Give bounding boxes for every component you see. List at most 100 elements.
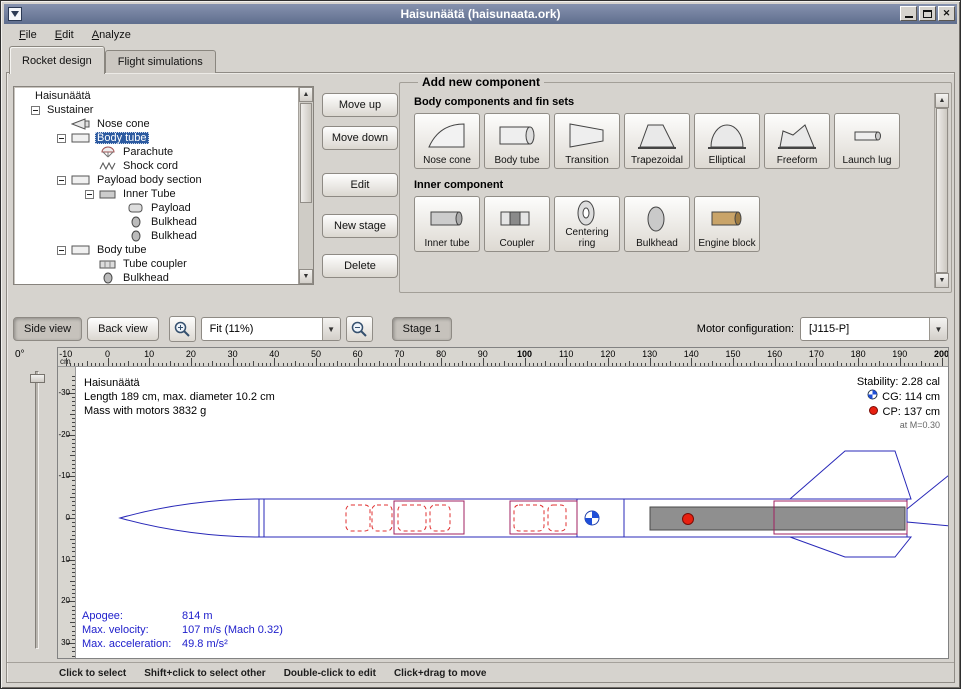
- tree-row[interactable]: Haisunäätä: [15, 89, 297, 103]
- app-window: Haisunäätä (haisunaata.ork) ✕ File Edit …: [0, 0, 961, 689]
- chevron-down-icon[interactable]: ▼: [322, 318, 340, 340]
- rocket-canvas[interactable]: Haisunäätä Length 189 cm, max. diameter …: [76, 367, 948, 658]
- tree-row[interactable]: Payload: [15, 201, 297, 215]
- tree-expander-icon[interactable]: [85, 190, 94, 199]
- tree-row[interactable]: Payload body section: [15, 173, 297, 187]
- tree-row[interactable]: Tube coupler: [15, 257, 297, 271]
- ruler-tick: [387, 363, 388, 366]
- rocket-info: Haisunäätä Length 189 cm, max. diameter …: [84, 377, 275, 418]
- tree-row[interactable]: Shock cord: [15, 159, 297, 173]
- ruler-tick: [570, 363, 571, 366]
- back-view-button[interactable]: Back view: [87, 317, 159, 341]
- add-elliptical-fin-button[interactable]: Elliptical: [694, 113, 760, 169]
- tree-row[interactable]: Bulkhead: [15, 271, 297, 285]
- ruler-tick: [72, 514, 75, 515]
- cg-marker: [585, 511, 599, 525]
- fin-lower-shape[interactable]: [790, 537, 911, 557]
- ruler-tick: [72, 385, 75, 386]
- add-trapezoidal-fin-button[interactable]: Trapezoidal: [624, 113, 690, 169]
- close-button[interactable]: ✕: [938, 6, 955, 21]
- rocket-view-panel: cm -100102030405060708090100110120130140…: [57, 347, 949, 659]
- stage1-toggle-button[interactable]: Stage 1: [392, 317, 452, 341]
- ruler-label: 120: [596, 349, 620, 359]
- scroll-down-icon[interactable]: ▼: [935, 273, 949, 288]
- hint-double-click: Double-click to edit: [284, 668, 376, 679]
- motor-configuration-select[interactable]: [J115-P] ▼: [800, 317, 948, 341]
- scroll-down-icon[interactable]: ▼: [299, 269, 313, 284]
- add-launch-lug-button[interactable]: Launch lug: [834, 113, 900, 169]
- chevron-down-icon[interactable]: ▼: [929, 318, 947, 340]
- add-bulkhead-button[interactable]: Bulkhead: [624, 196, 690, 252]
- add-transition-button[interactable]: Transition: [554, 113, 620, 169]
- ruler-tick: [145, 363, 146, 366]
- ruler-tick: [650, 358, 651, 366]
- tree-expander-icon[interactable]: [31, 106, 40, 115]
- menu-analyze[interactable]: Analyze: [83, 26, 140, 44]
- ruler-tick: [72, 405, 75, 406]
- ruler-tick: [120, 363, 121, 366]
- tree-row-selected[interactable]: Body tube: [15, 131, 297, 145]
- tree-scrollbar-thumb[interactable]: [300, 103, 312, 203]
- zoom-select[interactable]: Fit (11%) ▼: [201, 317, 341, 341]
- add-coupler-button[interactable]: Coupler: [484, 196, 550, 252]
- tab-rocket-design[interactable]: Rocket design: [9, 46, 105, 74]
- hint-click-select: Click to select: [59, 668, 126, 679]
- fin-angled-shape[interactable]: [907, 467, 948, 527]
- tree-expander-icon[interactable]: [57, 246, 66, 255]
- tree-expander-icon[interactable]: [57, 134, 66, 143]
- component-panel-scrollbar[interactable]: ▲ ▼: [934, 93, 949, 288]
- tree-expander-icon[interactable]: [57, 176, 66, 185]
- maximize-button[interactable]: [919, 6, 936, 21]
- ruler-tick: [72, 535, 75, 536]
- nose-cone-icon: [427, 116, 467, 156]
- zoom-in-button[interactable]: [169, 316, 196, 342]
- new-stage-button[interactable]: New stage: [322, 214, 398, 238]
- tree-row[interactable]: Parachute: [15, 145, 297, 159]
- add-engine-block-button[interactable]: Engine block: [694, 196, 760, 252]
- rotation-slider-handle[interactable]: [30, 374, 45, 383]
- tabbar: Rocket design Flight simulations: [9, 46, 216, 73]
- ruler-tick: [771, 363, 772, 366]
- zoom-out-button[interactable]: [346, 316, 373, 342]
- nose-cone-shape[interactable]: [120, 499, 259, 537]
- nose-cone-icon: [71, 118, 91, 130]
- add-centering-ring-button[interactable]: Centering ring: [554, 196, 620, 252]
- minimize-button[interactable]: [900, 6, 917, 21]
- fin-upper-shape[interactable]: [790, 451, 911, 499]
- scroll-up-icon[interactable]: ▲: [299, 87, 313, 102]
- ruler-tick: [99, 363, 100, 366]
- scroll-up-icon[interactable]: ▲: [935, 93, 949, 108]
- tree-row[interactable]: Inner Tube: [15, 187, 297, 201]
- ruler-tick: [704, 363, 705, 366]
- tree-scrollbar[interactable]: ▲ ▼: [298, 87, 313, 284]
- ruler-tick: [383, 363, 384, 366]
- tab-flight-simulations[interactable]: Flight simulations: [105, 50, 216, 73]
- add-nose-cone-button[interactable]: Nose cone: [414, 113, 480, 169]
- ruler-tick: [153, 363, 154, 366]
- rotation-slider[interactable]: [35, 371, 39, 649]
- ruler-tick: [487, 363, 488, 366]
- menu-file[interactable]: File: [10, 26, 46, 44]
- tree-row[interactable]: Body tube: [15, 243, 297, 257]
- side-view-button[interactable]: Side view: [13, 317, 82, 341]
- ruler-tick: [912, 363, 913, 366]
- add-inner-tube-button[interactable]: Inner tube: [414, 196, 480, 252]
- ruler-tick: [791, 363, 792, 366]
- ruler-tick: [95, 363, 96, 366]
- app-icon[interactable]: [8, 7, 22, 21]
- delete-button[interactable]: Delete: [322, 254, 398, 278]
- ruler-tick: [72, 460, 75, 461]
- add-body-tube-button[interactable]: Body tube: [484, 113, 550, 169]
- ruler-tick: [433, 363, 434, 366]
- move-down-button[interactable]: Move down: [322, 126, 398, 150]
- edit-button[interactable]: Edit: [322, 173, 398, 197]
- tree-row[interactable]: Bulkhead: [15, 215, 297, 229]
- add-freeform-fin-button[interactable]: Freeform: [764, 113, 830, 169]
- menu-edit[interactable]: Edit: [46, 26, 83, 44]
- tree-row[interactable]: Sustainer: [15, 103, 297, 117]
- component-scrollbar-thumb[interactable]: [936, 108, 948, 273]
- move-up-button[interactable]: Move up: [322, 93, 398, 117]
- tree-row[interactable]: Bulkhead: [15, 229, 297, 243]
- ruler-tick: [103, 363, 104, 366]
- tree-row[interactable]: Nose cone: [15, 117, 297, 131]
